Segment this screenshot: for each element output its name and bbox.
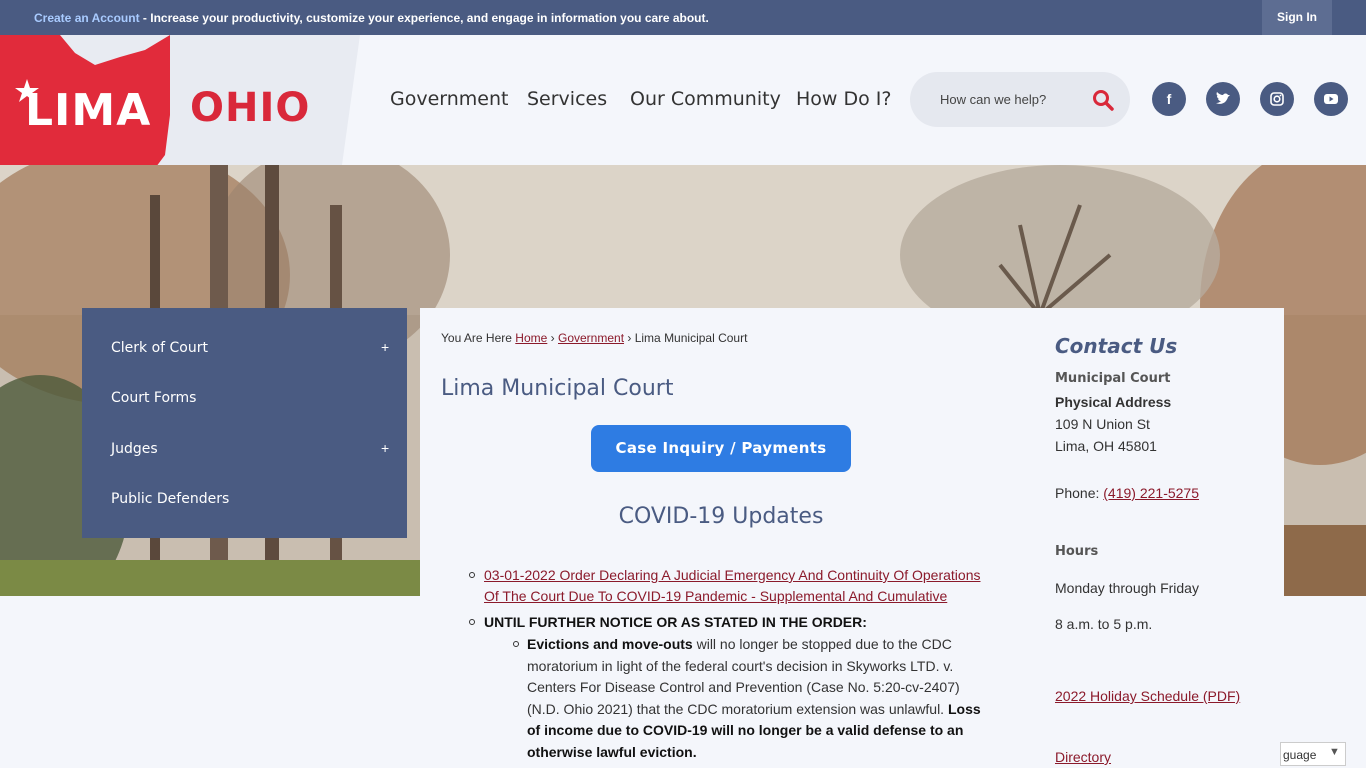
language-label: guage <box>1283 748 1317 762</box>
evictions-bold: Loss <box>947 700 981 717</box>
contact-phone: Phone: (419) 221-5275 <box>1055 485 1199 501</box>
page-title: Lima Municipal Court <box>441 376 674 401</box>
account-message-text: - Increase your productivity, customize … <box>139 11 709 25</box>
directory-link[interactable]: Directory <box>1055 749 1111 765</box>
contact-org: Municipal Court <box>1055 371 1171 386</box>
list-bullet <box>469 619 475 625</box>
notice-text: UNTIL FURTHER NOTICE OR AS STATED IN THE… <box>484 612 867 634</box>
nav-how-do-i[interactable]: How Do I? <box>796 88 891 110</box>
search-input[interactable] <box>940 88 1090 110</box>
list-bullet-nested <box>513 641 519 647</box>
logo-ohio[interactable]: OHIO <box>190 85 310 131</box>
nav-services[interactable]: Services <box>527 88 607 110</box>
sidebar-item-court-forms[interactable]: Court Forms <box>111 390 196 406</box>
create-account-link[interactable]: Create an Account <box>34 11 140 25</box>
sidebar-nav: Clerk of Court + Court Forms Judges + Pu… <box>82 308 407 538</box>
evictions-text: will no longer be stopped due to the CDC <box>692 636 952 652</box>
contact-us-heading: Contact Us <box>1055 334 1178 358</box>
chevron-down-icon: ▼ <box>1329 746 1340 758</box>
evictions-bold: of income due to COVID-19 will no longer… <box>527 722 964 738</box>
instagram-camera-icon <box>1270 92 1284 106</box>
hours-times: 8 a.m. to 5 p.m. <box>1055 616 1153 632</box>
case-inquiry-payments-button[interactable]: Case Inquiry / Payments <box>591 425 851 472</box>
twitter-icon[interactable] <box>1206 82 1240 116</box>
address-street: 109 N Union St <box>1055 416 1150 432</box>
notice-bold: UNTIL FURTHER NOTICE OR AS STATED IN THE… <box>484 614 867 630</box>
sidebar-item-clerk-of-court[interactable]: Clerk of Court <box>111 340 208 356</box>
breadcrumb-separator: › <box>550 331 555 345</box>
breadcrumb-current: Lima Municipal Court <box>634 331 748 345</box>
youtube-play-icon <box>1324 94 1338 104</box>
evictions-line: (N.D. Ohio 2021) that the CDC moratorium… <box>527 699 1007 721</box>
facebook-icon[interactable]: f <box>1152 82 1186 116</box>
sidebar-item-public-defenders[interactable]: Public Defenders <box>111 491 229 507</box>
evictions-line: Evictions and move-outs will no longer b… <box>527 634 1007 656</box>
search-box <box>910 72 1130 127</box>
evictions-line: of income due to COVID-19 will no longer… <box>527 720 1007 742</box>
nav-government[interactable]: Government <box>390 88 509 110</box>
youtube-icon[interactable] <box>1314 82 1348 116</box>
phone-link[interactable]: (419) 221-5275 <box>1103 485 1199 501</box>
logo-lima[interactable]: LIMA <box>25 85 151 136</box>
evictions-paragraph: Evictions and move-outs will no longer b… <box>527 634 1007 763</box>
expand-clerk-of-court-icon[interactable]: + <box>381 339 389 355</box>
main-content: You Are Here Home › Government › Lima Mu… <box>420 308 1284 768</box>
breadcrumb: You Are Here Home › Government › Lima Mu… <box>441 331 747 345</box>
evictions-line: Centers For Disease Control and Preventi… <box>527 679 960 695</box>
covid-order-link-continued[interactable]: Of The Court Due To COVID-19 Pandemic - … <box>484 588 947 604</box>
evictions-text: (N.D. Ohio 2021) that the CDC moratorium… <box>527 700 948 717</box>
breadcrumb-home-link[interactable]: Home <box>515 331 547 345</box>
language-selector[interactable]: guage ▼ <box>1280 742 1346 766</box>
holiday-schedule-link[interactable]: 2022 Holiday Schedule (PDF) <box>1055 688 1240 704</box>
breadcrumb-prefix: You Are Here <box>441 331 512 345</box>
evictions-bold: otherwise lawful eviction. <box>527 743 697 760</box>
address-city: Lima, OH 45801 <box>1055 438 1157 454</box>
instagram-icon[interactable] <box>1260 82 1294 116</box>
top-bar: Create an Account - Increase your produc… <box>0 0 1366 35</box>
nav-our-community[interactable]: Our Community <box>630 88 781 110</box>
physical-address-label: Physical Address <box>1055 394 1172 410</box>
search-icon[interactable] <box>1092 89 1114 111</box>
evictions-line: otherwise lawful eviction. <box>527 742 1007 764</box>
evictions-bold: Evictions and move-outs <box>527 636 693 652</box>
evictions-line: moratorium in light of the federal court… <box>527 657 954 674</box>
hours-days: Monday through Friday <box>1055 580 1199 596</box>
site-header: LIMA OHIO Government Services Our Commun… <box>0 35 1366 215</box>
breadcrumb-separator: › <box>627 331 632 345</box>
expand-judges-icon[interactable]: + <box>381 440 389 456</box>
twitter-bird-icon <box>1216 92 1230 104</box>
phone-label: Phone: <box>1055 485 1104 501</box>
covid-updates-heading: COVID-19 Updates <box>618 504 824 529</box>
breadcrumb-government-link[interactable]: Government <box>558 331 624 345</box>
covid-order-link[interactable]: 03-01-2022 Order Declaring A Judicial Em… <box>484 567 981 583</box>
facebook-glyph: f <box>1166 91 1172 107</box>
sign-in-button[interactable]: Sign In <box>1262 0 1332 35</box>
account-message: Create an Account - Increase your produc… <box>34 11 709 25</box>
sidebar-item-judges[interactable]: Judges <box>111 441 158 457</box>
list-bullet <box>469 572 475 578</box>
hours-label: Hours <box>1055 544 1099 559</box>
